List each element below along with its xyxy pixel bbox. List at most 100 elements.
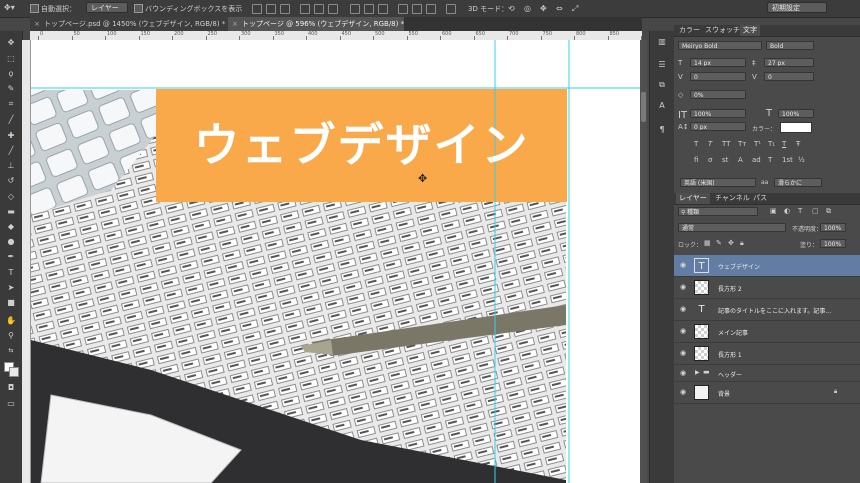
screen-mode-icon[interactable]: ▭	[4, 399, 18, 409]
3d-scale-icon[interactable]: ⤢	[572, 4, 578, 14]
layer-row-webdesign[interactable]: ◉ T ウェブデザイン	[674, 255, 860, 277]
expand-arrow-icon[interactable]: ▶	[695, 369, 700, 376]
layer-row-background[interactable]: ◉ 背景 🔒︎	[674, 382, 860, 404]
lock-position-icon[interactable]: ✥	[728, 239, 734, 247]
gradient-tool-icon[interactable]: ▬	[4, 207, 18, 217]
visibility-eye-icon[interactable]: ◉	[680, 262, 688, 269]
leading-field[interactable]: 27 px	[764, 58, 814, 67]
crop-tool-icon[interactable]: ⌗	[4, 99, 18, 109]
pen-tool-icon[interactable]: ✒	[4, 252, 18, 262]
marquee-tool-icon[interactable]: ⬚	[4, 54, 18, 64]
path-select-icon[interactable]: ➤	[4, 283, 18, 293]
move-tool-icon[interactable]: ✥	[4, 38, 18, 48]
banner-text[interactable]: ウェブデザイン	[156, 115, 567, 175]
background-color-swatch[interactable]	[9, 367, 19, 377]
subscript-button[interactable]: T₁	[768, 140, 775, 148]
history-panel-icon[interactable]: ▥	[655, 37, 669, 47]
zoom-tool-icon[interactable]: ⚲	[4, 331, 18, 341]
tab-layers[interactable]: レイヤー	[676, 193, 710, 204]
align-top-icon[interactable]	[252, 4, 262, 14]
distribute-bottom-icon[interactable]	[378, 4, 388, 14]
document-tab-2[interactable]: × トップページ @ 596% (ウェブデザイン, RGB/8) *	[228, 17, 404, 31]
tab-swatches[interactable]: スウォッチ	[702, 25, 743, 36]
quick-mask-icon[interactable]: ◘	[4, 383, 18, 393]
history-brush-icon[interactable]: ↺	[4, 176, 18, 186]
layer-row-rectangle1[interactable]: ◉ 長方形 1	[674, 343, 860, 365]
faux-bold-button[interactable]: T	[694, 140, 698, 148]
layer-row-rectangle2[interactable]: ◉ 長方形 2	[674, 277, 860, 299]
swash-button[interactable]: A	[738, 156, 743, 164]
distribute-left-icon[interactable]	[398, 4, 408, 14]
auto-select-checkbox[interactable]	[30, 4, 39, 13]
tracking-field[interactable]: 0	[764, 72, 814, 81]
clone-stamp-icon[interactable]: ⊥	[4, 161, 18, 171]
blur-tool-icon[interactable]: ◆	[4, 222, 18, 232]
healing-brush-icon[interactable]: ✚	[4, 131, 18, 141]
filter-shape-icon[interactable]: ▢	[812, 207, 819, 215]
tab-paths[interactable]: パス	[750, 193, 770, 204]
3d-rotate-icon[interactable]: ⟲	[508, 4, 515, 13]
brush-tool-icon[interactable]: ╱	[4, 146, 18, 156]
layer-row-main-article[interactable]: ◉ メイン記事	[674, 321, 860, 343]
language-select[interactable]: 英語 (米国)	[680, 178, 756, 187]
align-hcenter-icon[interactable]	[314, 4, 324, 14]
layer-row-article-title[interactable]: ◉ T 記事のタイトルをここに入れます。記事...	[674, 299, 860, 321]
superscript-button[interactable]: T¹	[754, 140, 761, 148]
discretionary-ligature-button[interactable]: st	[722, 156, 728, 164]
font-size-field[interactable]: 14 px	[690, 58, 746, 67]
tsume-field[interactable]: 0%	[690, 90, 746, 99]
layer-row-header-group[interactable]: ◉ ▶ ▬ ヘッダー	[674, 365, 860, 382]
lock-transparent-icon[interactable]: ▦	[704, 239, 711, 247]
filter-type-icon[interactable]: T	[798, 207, 802, 215]
opacity-field[interactable]: 100%	[820, 223, 846, 232]
show-bounding-box-checkbox[interactable]	[134, 4, 143, 13]
align-vcenter-icon[interactable]	[266, 4, 276, 14]
all-caps-button[interactable]: TT	[722, 140, 730, 148]
close-icon[interactable]: ×	[232, 17, 238, 31]
visibility-eye-icon[interactable]: ◉	[680, 306, 688, 313]
blend-mode-select[interactable]: 通常	[678, 223, 786, 232]
ligature-button[interactable]: fi	[694, 156, 698, 164]
distribute-right-icon[interactable]	[426, 4, 436, 14]
auto-align-icon[interactable]	[446, 4, 456, 14]
filter-pixel-icon[interactable]: ▣	[770, 207, 777, 215]
fractions-button[interactable]: ½	[798, 156, 805, 164]
eraser-tool-icon[interactable]: ◇	[4, 192, 18, 202]
close-icon[interactable]: ×	[34, 17, 40, 31]
3d-roll-icon[interactable]: ◎	[524, 4, 531, 13]
tab-channels[interactable]: チャンネル	[712, 193, 753, 204]
titling-button[interactable]: T	[768, 156, 772, 164]
horizontal-scale-field[interactable]: 100%	[778, 109, 814, 118]
filter-adjustment-icon[interactable]: ◐	[784, 207, 790, 215]
baseline-shift-field[interactable]: 0 px	[690, 122, 746, 131]
small-caps-button[interactable]: Tт	[738, 140, 746, 148]
kerning-field[interactable]: 0	[690, 72, 746, 81]
adjustments-panel-icon[interactable]: ⧉	[655, 80, 669, 90]
document-tab-1[interactable]: × トップページ.psd @ 1450% (ウェブデザイン, RGB/8) *	[30, 17, 228, 31]
strikethrough-button[interactable]: Ŧ	[796, 140, 800, 148]
document-canvas[interactable]: ウェブデザイン ✥	[31, 40, 640, 483]
visibility-eye-icon[interactable]: ◉	[680, 350, 688, 357]
font-style-select[interactable]: Bold	[766, 41, 814, 50]
vertical-scrollbar[interactable]	[640, 40, 647, 483]
text-color-swatch[interactable]	[780, 122, 812, 133]
lasso-tool-icon[interactable]: ϙ	[4, 69, 18, 79]
align-left-icon[interactable]	[300, 4, 310, 14]
tab-color[interactable]: カラー	[676, 25, 703, 36]
hand-tool-icon[interactable]: ✋	[4, 316, 18, 326]
visibility-eye-icon[interactable]: ◉	[680, 370, 688, 377]
layer-filter-select[interactable]: ⚲ 種類	[678, 207, 758, 216]
character-panel-icon[interactable]: A	[655, 101, 669, 111]
visibility-eye-icon[interactable]: ◉	[680, 284, 688, 291]
vertical-scale-field[interactable]: 100%	[690, 109, 746, 118]
visibility-eye-icon[interactable]: ◉	[680, 389, 688, 396]
tab-character[interactable]: 文字	[740, 25, 760, 36]
workspace-dropdown[interactable]: 初期設定	[767, 2, 827, 13]
underline-button[interactable]: T	[782, 140, 786, 148]
eyedropper-tool-icon[interactable]: ╱	[4, 115, 18, 125]
faux-italic-button[interactable]: T	[708, 140, 712, 148]
properties-panel-icon[interactable]: ☰	[655, 60, 669, 70]
lock-all-icon[interactable]: 🔒︎	[740, 239, 744, 248]
move-tool-icon[interactable]: ✥▾	[4, 3, 15, 12]
stylistic-alternates-button[interactable]: ad	[752, 156, 761, 164]
